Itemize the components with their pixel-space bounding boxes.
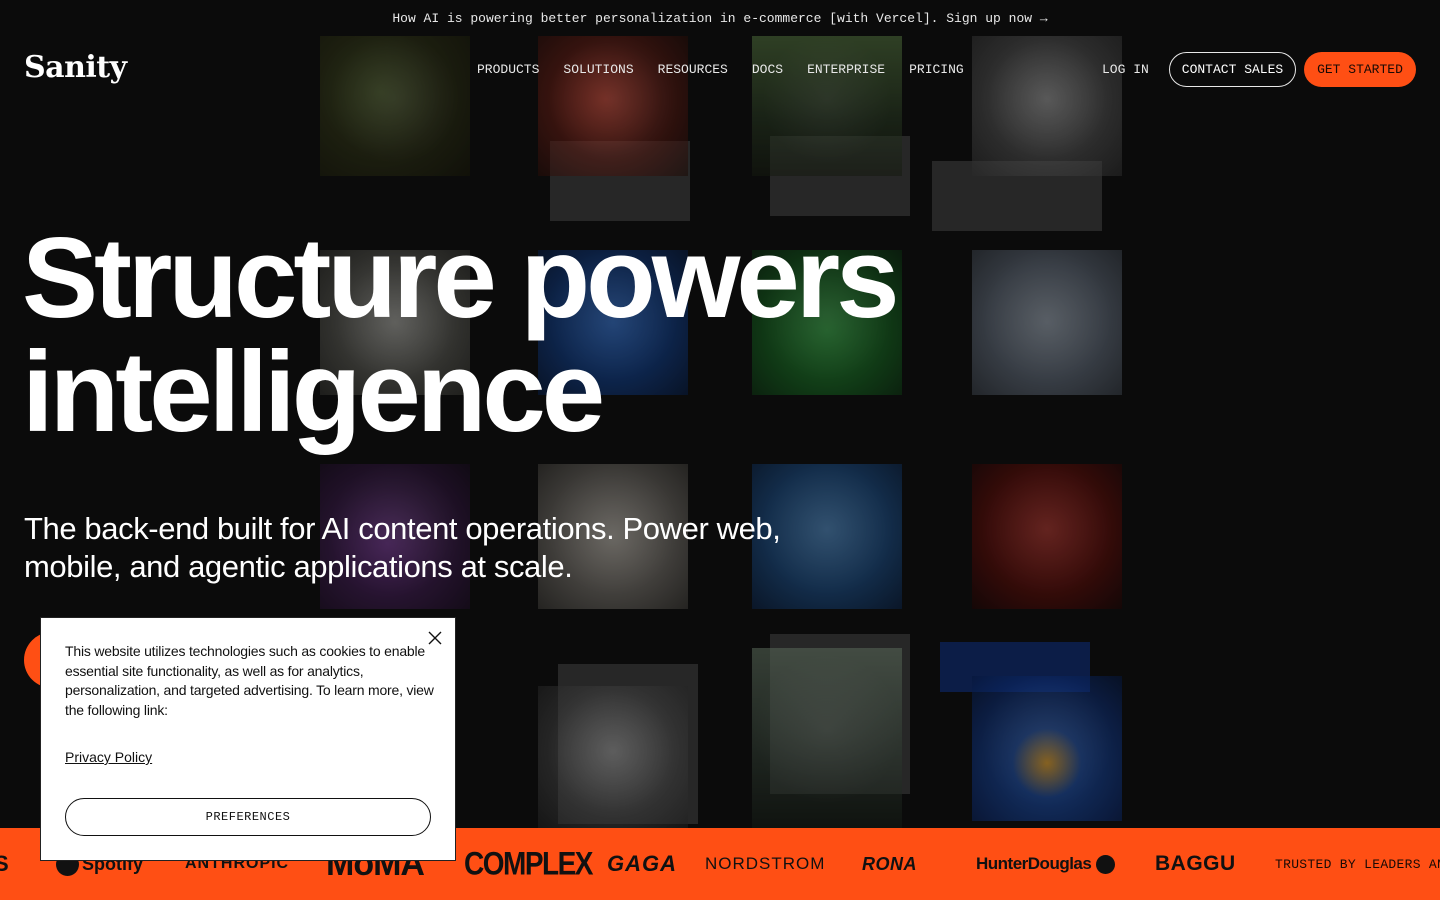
cookie-message: This website utilizes technologies such …	[65, 643, 434, 718]
baggu-logo: BAGGU	[1155, 852, 1236, 875]
mosaic-image	[972, 464, 1122, 609]
nav-item-enterprise[interactable]: ENTERPRISE	[807, 62, 885, 77]
hunterdouglas-logo: HunterDouglas	[976, 828, 1116, 900]
get-started-button[interactable]: GET STARTED	[1304, 52, 1416, 87]
nav-item-solutions[interactable]: SOLUTIONS	[563, 62, 633, 77]
hero-subtitle: The back-end built for AI content operat…	[24, 511, 781, 584]
login-link[interactable]: LOG IN	[1102, 62, 1149, 77]
cookie-banner: This website utilizes technologies such …	[40, 617, 456, 861]
brand-logo: S	[0, 851, 9, 876]
announcement-bar[interactable]: How AI is powering better personalizatio…	[0, 0, 1440, 36]
nav-item-products[interactable]: PRODUCTS	[477, 62, 539, 77]
gaga-logo: GAGA	[607, 851, 677, 876]
nav-item-pricing[interactable]: PRICING	[909, 62, 964, 77]
mosaic-image	[752, 648, 902, 828]
site-header: Sanity PRODUCTS SOLUTIONS RESOURCES DOCS…	[0, 36, 1440, 104]
mosaic-image	[538, 686, 688, 828]
nav-item-docs[interactable]: DOCS	[752, 62, 783, 77]
privacy-policy-link[interactable]: Privacy Policy	[65, 749, 152, 765]
preferences-button[interactable]: PREFERENCES	[65, 798, 431, 836]
rona-logo: RONA	[862, 853, 917, 874]
main-nav: PRODUCTS SOLUTIONS RESOURCES DOCS ENTERP…	[477, 62, 964, 77]
sanity-logo[interactable]: Sanity	[24, 50, 127, 85]
hunterdouglas-wordmark: HunterDouglas	[976, 854, 1092, 873]
mosaic-image	[972, 676, 1122, 821]
contact-sales-button[interactable]: CONTACT SALES	[1169, 52, 1296, 87]
nordstrom-logo: NORDSTROM	[705, 854, 826, 873]
hero-title-line2: intelligence	[22, 329, 605, 456]
trusted-by-text: TRUSTED BY LEADERS AN	[1275, 856, 1440, 872]
hero-title-line1: Structure powers	[22, 215, 900, 342]
mosaic-image	[972, 250, 1122, 395]
announcement-text[interactable]: How AI is powering better personalizatio…	[392, 11, 1047, 26]
hunterdouglas-icon	[1096, 854, 1116, 874]
nav-item-resources[interactable]: RESOURCES	[658, 62, 728, 77]
complex-logo: COMPLEX	[464, 845, 593, 882]
hero-title: Structure powers intelligence	[22, 222, 922, 450]
